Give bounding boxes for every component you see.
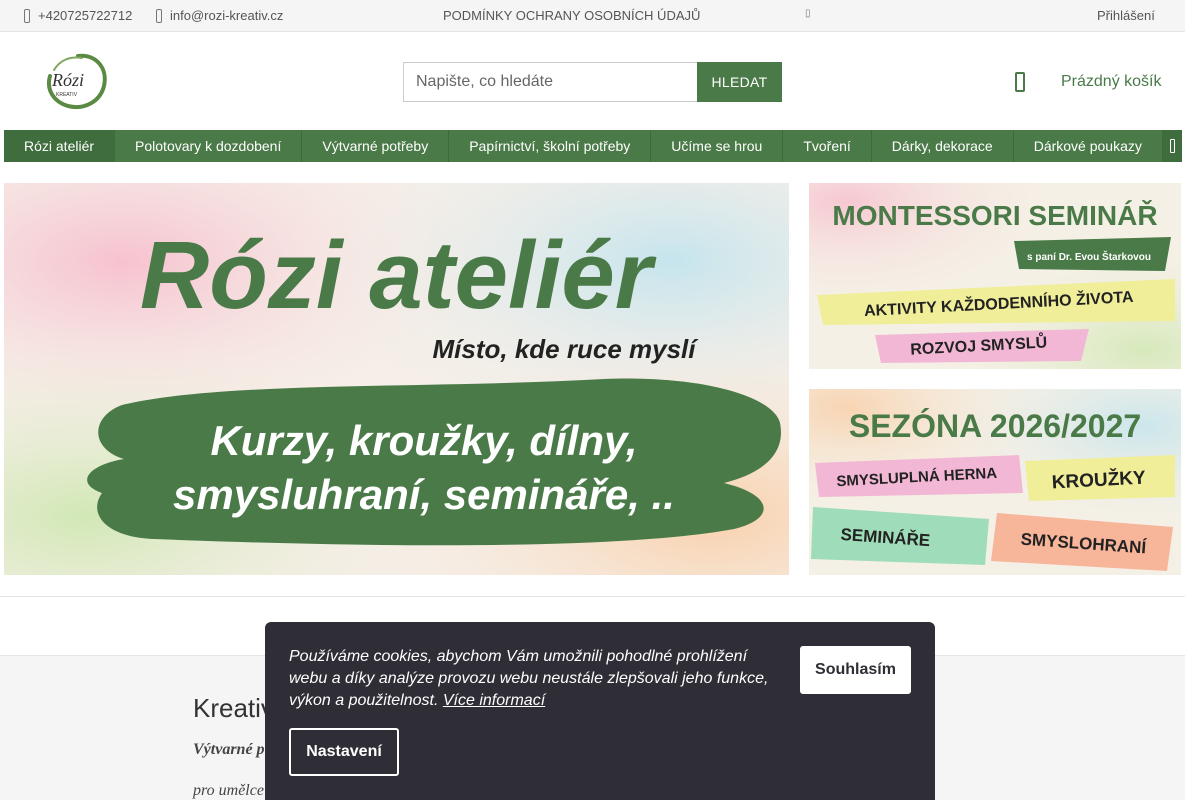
content-title: Kreativ bbox=[193, 693, 274, 723]
logo-subtext: KREATIV bbox=[56, 92, 78, 98]
nav-item-vytvarne-potreby[interactable]: Výtvarné potřeby bbox=[302, 130, 450, 162]
nav-item-papirnictvi[interactable]: Papírnictví, školní potřeby bbox=[449, 130, 652, 162]
nav-item-darkove-poukazy[interactable]: Dárkové poukazy bbox=[1014, 130, 1163, 162]
nav-item-tvoreni[interactable]: Tvoření bbox=[783, 130, 872, 162]
cart-icon[interactable] bbox=[1015, 72, 1025, 92]
mail-icon bbox=[156, 8, 162, 23]
email-address: info@rozi-kreativ.cz bbox=[170, 8, 284, 23]
login-link[interactable]: Přihlášení bbox=[1097, 8, 1155, 23]
banner-main-tagline: Místo, kde ruce myslí bbox=[433, 334, 699, 364]
banner-rozi-atelier[interactable]: Rózi ateliér Místo, kde ruce myslí Kurzy… bbox=[4, 183, 789, 575]
cookie-accept-button[interactable]: Souhlasím bbox=[800, 646, 911, 694]
search-button[interactable]: HLEDAT bbox=[697, 62, 782, 102]
content-paragraph-1: Výtvarné p bbox=[193, 741, 265, 758]
site-logo[interactable]: Rózi KREATIV bbox=[38, 50, 112, 112]
cart-status[interactable]: Prázdný košík bbox=[1061, 73, 1161, 91]
banner-main-line1: Kurzy, kroužky, dílny, bbox=[210, 417, 637, 464]
menu-more-icon bbox=[1169, 139, 1175, 153]
nav-item-darky-dekorace[interactable]: Dárky, dekorace bbox=[872, 130, 1014, 162]
email-link[interactable]: info@rozi-kreativ.cz bbox=[156, 8, 283, 23]
nav-item-ucime-se-hrou[interactable]: Učíme se hrou bbox=[651, 130, 784, 162]
phone-number: +420725722712 bbox=[38, 8, 133, 23]
main-nav: Rózi ateliér Polotovary k dozdobení Výtv… bbox=[4, 130, 1182, 162]
banner-main-line2: smysluhraní, semináře, .. bbox=[173, 471, 675, 518]
phone-link[interactable]: +420725722712 bbox=[24, 8, 132, 23]
nav-more-button[interactable] bbox=[1162, 130, 1182, 162]
season-title: SEZÓNA 2026/2027 bbox=[849, 408, 1141, 444]
banner-season[interactable]: SEZÓNA 2026/2027 SMYSLUPLNÁ HERNA KROUŽK… bbox=[809, 389, 1181, 575]
nav-item-polotovary[interactable]: Polotovary k dozdobení bbox=[115, 130, 303, 162]
nav-item-rozi-atelier[interactable]: Rózi ateliér bbox=[4, 130, 116, 162]
banner-montessori[interactable]: MONTESSORI SEMINÁŘ s paní Dr. Evou Štark… bbox=[809, 183, 1181, 369]
cookie-settings-button[interactable]: Nastavení bbox=[289, 728, 399, 776]
top-bar: +420725722712 info@rozi-kreativ.cz PODMÍ… bbox=[0, 0, 1185, 32]
logo-text: Rózi bbox=[51, 70, 84, 90]
more-links-icon[interactable]: ▯ bbox=[805, 8, 811, 19]
phone-icon bbox=[24, 8, 30, 23]
privacy-link[interactable]: PODMÍNKY OCHRANY OSOBNÍCH ÚDAJŮ bbox=[443, 8, 700, 23]
banner-main-title: Rózi ateliér bbox=[140, 222, 657, 329]
cookie-message: Používáme cookies, abychom Vám umožnili … bbox=[289, 646, 779, 712]
content-paragraph-2: pro umělce bbox=[193, 782, 264, 799]
montessori-title: MONTESSORI SEMINÁŘ bbox=[832, 200, 1157, 231]
montessori-subtitle: s paní Dr. Evou Štarkovou bbox=[1027, 250, 1151, 263]
search-input[interactable] bbox=[403, 62, 697, 102]
cookie-more-info-link[interactable]: Více informací bbox=[443, 692, 545, 709]
cookie-consent-bar: Používáme cookies, abychom Vám umožnili … bbox=[265, 622, 935, 800]
